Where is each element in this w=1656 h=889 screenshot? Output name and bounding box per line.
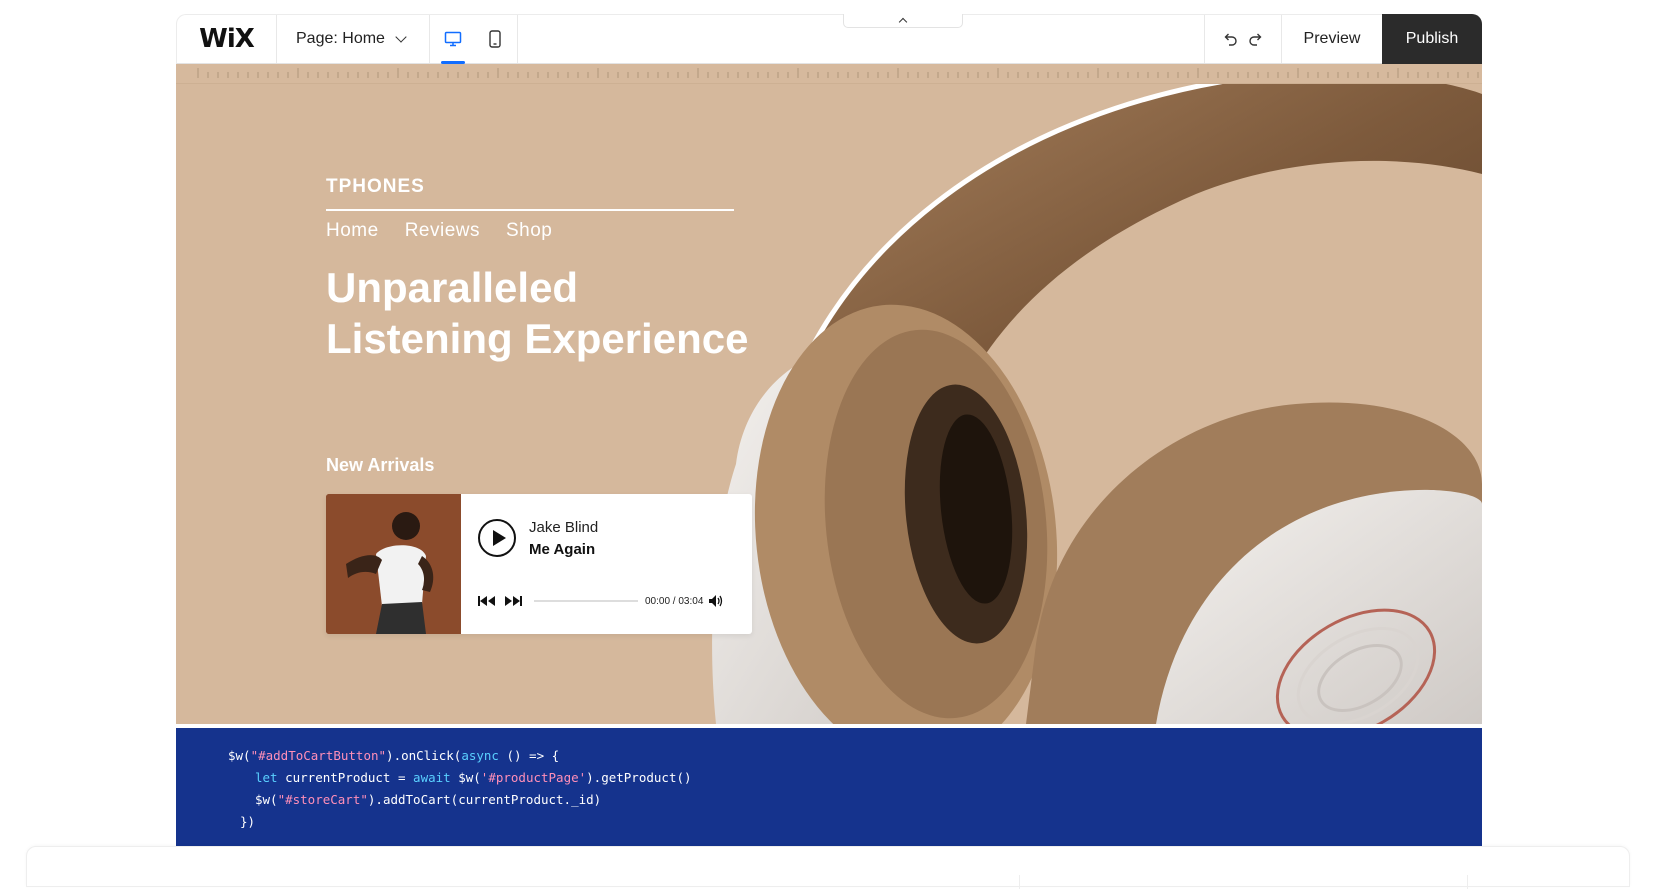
horizontal-ruler <box>176 64 1482 84</box>
editor-toolbar: WiX Page: Home Preview Publish <box>176 14 1482 64</box>
mobile-view-button[interactable] <box>480 24 510 54</box>
track-title: Me Again <box>529 541 596 558</box>
undo-icon <box>1224 33 1237 46</box>
next-button[interactable] <box>504 596 522 606</box>
volume-icon <box>709 595 723 607</box>
page-selector[interactable]: Page: Home <box>277 15 430 63</box>
audio-player: Jake Blind Me Again 00:00 / 03:04 <box>326 494 752 634</box>
nav-item-home[interactable]: Home <box>326 220 379 242</box>
chevron-up-icon <box>898 17 908 27</box>
hero-headline: Unparalleled Listening Experience <box>326 262 748 364</box>
desktop-icon <box>444 31 461 47</box>
toolbar-spacer <box>518 14 1204 63</box>
player-controls: 00:00 / 03:04 <box>478 595 731 607</box>
code-line-4: }) <box>240 814 256 829</box>
hero-section: TPHONES Home Reviews Shop Unparalleled L… <box>176 84 1482 724</box>
code-line-3: $w("#storeCart").addToCart(currentProduc… <box>255 792 602 807</box>
volume-button[interactable] <box>709 595 723 607</box>
next-icon <box>505 596 522 606</box>
album-cover-image <box>326 494 461 634</box>
page-selector-label: Page: Home <box>296 30 385 47</box>
wix-logo[interactable]: WiX <box>177 15 277 63</box>
code-line-1: $w("#addToCartButton").onClick(async () … <box>228 748 560 763</box>
nav-item-reviews[interactable]: Reviews <box>405 220 480 242</box>
mobile-icon <box>488 30 501 48</box>
play-button[interactable] <box>478 519 516 557</box>
desktop-view-button[interactable] <box>438 24 468 64</box>
track-artist: Jake Blind <box>529 519 599 536</box>
headline-line-1: Unparalleled <box>326 264 579 311</box>
device-switcher <box>430 15 518 64</box>
preview-button[interactable]: Preview <box>1282 15 1382 63</box>
undo-button[interactable] <box>1222 31 1238 47</box>
bottom-panel <box>26 846 1630 889</box>
collapse-toolbar-button[interactable] <box>843 14 963 28</box>
section-title: New Arrivals <box>326 455 435 475</box>
previous-button[interactable] <box>478 596 496 606</box>
nav-item-shop[interactable]: Shop <box>506 220 552 242</box>
site-brand[interactable]: TPHONES <box>326 176 425 198</box>
track-time: 00:00 / 03:04 <box>645 595 704 607</box>
chevron-down-icon <box>395 31 407 43</box>
progress-bar[interactable] <box>534 600 638 602</box>
publish-button[interactable]: Publish <box>1382 14 1482 64</box>
brand-divider <box>326 209 734 211</box>
code-line-2: let currentProduct = await $w('#productP… <box>255 770 692 785</box>
redo-button[interactable] <box>1248 31 1264 47</box>
history-controls <box>1204 15 1282 63</box>
site-nav: Home Reviews Shop <box>326 220 552 242</box>
headline-line-2: Listening Experience <box>326 315 749 362</box>
previous-icon <box>478 596 495 606</box>
editor-canvas: WiX Page: Home Preview Publish TPHONES H… <box>176 14 1482 846</box>
code-snippet: $w("#addToCartButton").onClick(async () … <box>176 728 1482 846</box>
redo-icon <box>1249 33 1262 46</box>
